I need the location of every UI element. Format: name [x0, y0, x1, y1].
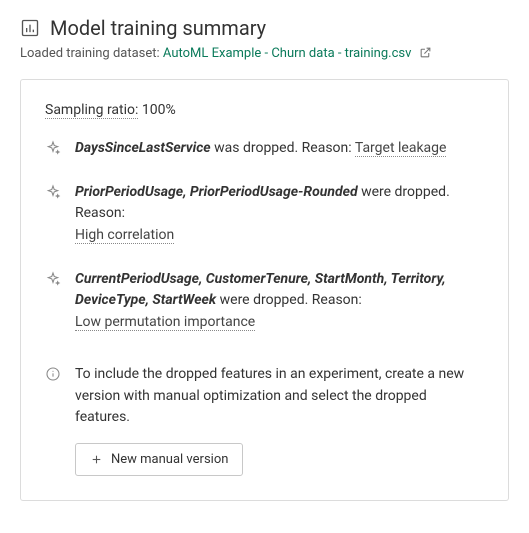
dropped-feature-names: DaysSinceLastService	[75, 140, 211, 156]
new-manual-version-label: New manual version	[111, 452, 228, 467]
dropped-feature-text: DaysSinceLastService was dropped. Reason…	[75, 138, 446, 160]
info-body: To include the dropped features in an ex…	[75, 364, 484, 476]
dropped-feature-row: DaysSinceLastService was dropped. Reason…	[45, 138, 484, 160]
sampling-ratio: Sampling ratio: 100%	[45, 102, 484, 118]
new-manual-version-button[interactable]: New manual version	[75, 443, 243, 476]
info-text: To include the dropped features in an ex…	[75, 364, 484, 429]
summary-card: Sampling ratio: 100% DaysSinceLastServic…	[20, 79, 509, 501]
sampling-ratio-label: Sampling ratio:	[45, 102, 138, 119]
info-row: To include the dropped features in an ex…	[45, 364, 484, 476]
dropped-feature-text: PriorPeriodUsage, PriorPeriodUsage-Round…	[75, 182, 484, 247]
dropped-feature-text: CurrentPeriodUsage, CustomerTenure, Star…	[75, 269, 484, 334]
dropped-feature-row: CurrentPeriodUsage, CustomerTenure, Star…	[45, 269, 484, 334]
loaded-dataset-line: Loaded training dataset: AutoML Example …	[20, 46, 509, 61]
dropped-feature-verb: was dropped. Reason:	[214, 140, 352, 156]
page-title: Model training summary	[50, 16, 266, 40]
drop-reason-link[interactable]: High correlation	[75, 227, 174, 244]
drop-reason-link[interactable]: Low permutation importance	[75, 314, 255, 331]
drop-reason-link[interactable]: Target leakage	[355, 140, 447, 157]
sparkle-icon	[45, 271, 61, 287]
sparkle-icon	[45, 140, 61, 156]
sparkle-icon	[45, 184, 61, 200]
dropped-feature-names: PriorPeriodUsage, PriorPeriodUsage-Round…	[75, 184, 358, 200]
bar-chart-icon	[20, 18, 40, 38]
summary-header: Model training summary	[20, 16, 509, 40]
dropped-feature-verb: were dropped. Reason:	[220, 292, 362, 308]
plus-icon	[90, 453, 103, 466]
loaded-dataset-label: Loaded training dataset:	[20, 46, 160, 61]
external-link-icon	[419, 46, 432, 59]
info-icon	[45, 366, 61, 382]
sampling-ratio-value: 100%	[142, 102, 176, 118]
dataset-name: AutoML Example - Churn data - training.c…	[163, 46, 411, 61]
dropped-feature-row: PriorPeriodUsage, PriorPeriodUsage-Round…	[45, 182, 484, 247]
dataset-link[interactable]: AutoML Example - Churn data - training.c…	[163, 46, 411, 61]
